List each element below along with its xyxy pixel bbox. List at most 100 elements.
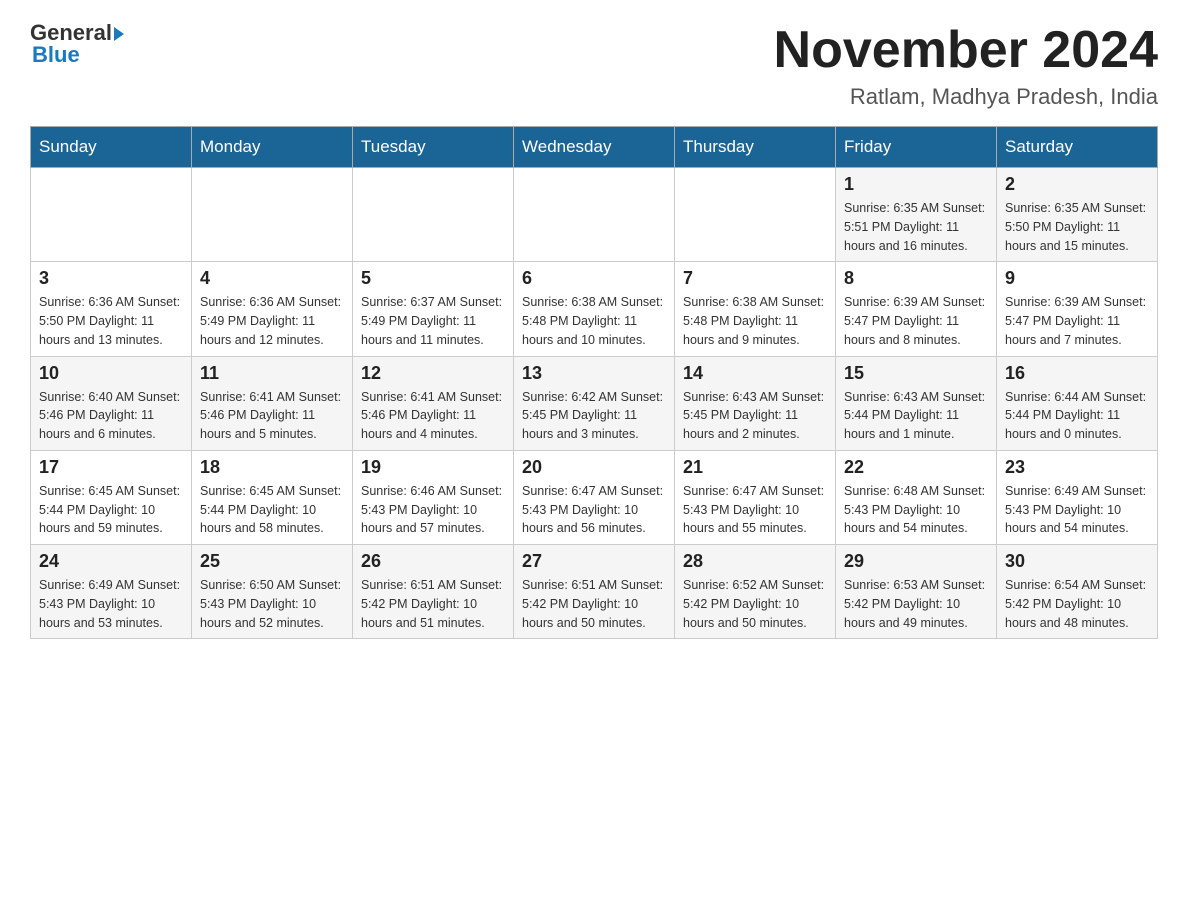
calendar-cell: 4 Sunrise: 6:36 AM Sunset: 5:49 PM Daylig… [192, 262, 353, 356]
weekday-header-thursday: Thursday [675, 127, 836, 168]
day-number: 4 [200, 268, 344, 289]
day-info: Sunrise: 6:36 AM Sunset: 5:49 PM Dayligh… [200, 293, 344, 349]
day-number: 25 [200, 551, 344, 572]
calendar-cell: 12Sunrise: 6:41 AM Sunset: 5:46 PM Dayli… [353, 356, 514, 450]
calendar-cell: 7 Sunrise: 6:38 AM Sunset: 5:48 PM Daylig… [675, 262, 836, 356]
calendar-cell [675, 168, 836, 262]
day-info: Sunrise: 6:46 AM Sunset: 5:43 PM Dayligh… [361, 482, 505, 538]
calendar-cell: 3 Sunrise: 6:36 AM Sunset: 5:50 PM Daylig… [31, 262, 192, 356]
calendar-cell: 29 Sunrise: 6:53 AM Sunset: 5:42 PM Dayli… [836, 545, 997, 639]
title-area: November 2024 Ratlam, Madhya Pradesh, In… [774, 20, 1158, 110]
day-number: 17 [39, 457, 183, 478]
calendar-cell: 6 Sunrise: 6:38 AM Sunset: 5:48 PM Daylig… [514, 262, 675, 356]
day-number: 13 [522, 363, 666, 384]
calendar-cell: 16 Sunrise: 6:44 AM Sunset: 5:44 PM Dayli… [997, 356, 1158, 450]
day-number: 20 [522, 457, 666, 478]
weekday-header-sunday: Sunday [31, 127, 192, 168]
calendar-cell [31, 168, 192, 262]
day-number: 6 [522, 268, 666, 289]
calendar-cell: 28Sunrise: 6:52 AM Sunset: 5:42 PM Dayli… [675, 545, 836, 639]
day-info: Sunrise: 6:50 AM Sunset: 5:43 PM Dayligh… [200, 576, 344, 632]
day-info: Sunrise: 6:54 AM Sunset: 5:42 PM Dayligh… [1005, 576, 1149, 632]
calendar-cell: 5 Sunrise: 6:37 AM Sunset: 5:49 PM Daylig… [353, 262, 514, 356]
logo: General Blue [30, 20, 124, 68]
day-info: Sunrise: 6:38 AM Sunset: 5:48 PM Dayligh… [683, 293, 827, 349]
calendar-cell: 23 Sunrise: 6:49 AM Sunset: 5:43 PM Dayli… [997, 450, 1158, 544]
day-info: Sunrise: 6:49 AM Sunset: 5:43 PM Dayligh… [1005, 482, 1149, 538]
calendar-cell: 30 Sunrise: 6:54 AM Sunset: 5:42 PM Dayli… [997, 545, 1158, 639]
day-number: 1 [844, 174, 988, 195]
calendar-cell [192, 168, 353, 262]
calendar-cell: 1 Sunrise: 6:35 AM Sunset: 5:51 PM Daylig… [836, 168, 997, 262]
calendar-cell: 9 Sunrise: 6:39 AM Sunset: 5:47 PM Daylig… [997, 262, 1158, 356]
day-number: 19 [361, 457, 505, 478]
calendar-cell: 21 Sunrise: 6:47 AM Sunset: 5:43 PM Dayli… [675, 450, 836, 544]
day-info: Sunrise: 6:45 AM Sunset: 5:44 PM Dayligh… [39, 482, 183, 538]
calendar-cell: 15Sunrise: 6:43 AM Sunset: 5:44 PM Dayli… [836, 356, 997, 450]
day-number: 10 [39, 363, 183, 384]
calendar-week-row: 24 Sunrise: 6:49 AM Sunset: 5:43 PM Dayli… [31, 545, 1158, 639]
day-number: 14 [683, 363, 827, 384]
day-info: Sunrise: 6:39 AM Sunset: 5:47 PM Dayligh… [1005, 293, 1149, 349]
day-info: Sunrise: 6:44 AM Sunset: 5:44 PM Dayligh… [1005, 388, 1149, 444]
calendar-cell: 17 Sunrise: 6:45 AM Sunset: 5:44 PM Dayli… [31, 450, 192, 544]
day-info: Sunrise: 6:51 AM Sunset: 5:42 PM Dayligh… [361, 576, 505, 632]
day-info: Sunrise: 6:47 AM Sunset: 5:43 PM Dayligh… [522, 482, 666, 538]
calendar-cell: 20 Sunrise: 6:47 AM Sunset: 5:43 PM Dayli… [514, 450, 675, 544]
day-info: Sunrise: 6:41 AM Sunset: 5:46 PM Dayligh… [361, 388, 505, 444]
day-info: Sunrise: 6:38 AM Sunset: 5:48 PM Dayligh… [522, 293, 666, 349]
weekday-header-tuesday: Tuesday [353, 127, 514, 168]
calendar-week-row: 3 Sunrise: 6:36 AM Sunset: 5:50 PM Daylig… [31, 262, 1158, 356]
day-info: Sunrise: 6:53 AM Sunset: 5:42 PM Dayligh… [844, 576, 988, 632]
day-number: 22 [844, 457, 988, 478]
day-number: 8 [844, 268, 988, 289]
day-number: 11 [200, 363, 344, 384]
calendar-cell: 26Sunrise: 6:51 AM Sunset: 5:42 PM Dayli… [353, 545, 514, 639]
day-info: Sunrise: 6:51 AM Sunset: 5:42 PM Dayligh… [522, 576, 666, 632]
day-number: 21 [683, 457, 827, 478]
calendar-cell: 27Sunrise: 6:51 AM Sunset: 5:42 PM Dayli… [514, 545, 675, 639]
day-number: 7 [683, 268, 827, 289]
day-info: Sunrise: 6:48 AM Sunset: 5:43 PM Dayligh… [844, 482, 988, 538]
day-number: 30 [1005, 551, 1149, 572]
weekday-header-monday: Monday [192, 127, 353, 168]
day-number: 24 [39, 551, 183, 572]
calendar-cell: 19 Sunrise: 6:46 AM Sunset: 5:43 PM Dayli… [353, 450, 514, 544]
calendar-week-row: 10 Sunrise: 6:40 AM Sunset: 5:46 PM Dayli… [31, 356, 1158, 450]
day-info: Sunrise: 6:37 AM Sunset: 5:49 PM Dayligh… [361, 293, 505, 349]
calendar-cell: 2 Sunrise: 6:35 AM Sunset: 5:50 PM Daylig… [997, 168, 1158, 262]
logo-blue-text: Blue [32, 42, 80, 68]
location-subtitle: Ratlam, Madhya Pradesh, India [774, 84, 1158, 110]
day-number: 29 [844, 551, 988, 572]
day-number: 2 [1005, 174, 1149, 195]
calendar-cell: 10 Sunrise: 6:40 AM Sunset: 5:46 PM Dayli… [31, 356, 192, 450]
logo-arrow-icon [114, 27, 124, 41]
day-info: Sunrise: 6:40 AM Sunset: 5:46 PM Dayligh… [39, 388, 183, 444]
day-info: Sunrise: 6:45 AM Sunset: 5:44 PM Dayligh… [200, 482, 344, 538]
day-info: Sunrise: 6:39 AM Sunset: 5:47 PM Dayligh… [844, 293, 988, 349]
weekday-header-friday: Friday [836, 127, 997, 168]
day-info: Sunrise: 6:35 AM Sunset: 5:50 PM Dayligh… [1005, 199, 1149, 255]
calendar-cell [353, 168, 514, 262]
calendar-cell: 24 Sunrise: 6:49 AM Sunset: 5:43 PM Dayli… [31, 545, 192, 639]
day-info: Sunrise: 6:52 AM Sunset: 5:42 PM Dayligh… [683, 576, 827, 632]
calendar-week-row: 17 Sunrise: 6:45 AM Sunset: 5:44 PM Dayli… [31, 450, 1158, 544]
day-number: 16 [1005, 363, 1149, 384]
calendar-week-row: 1 Sunrise: 6:35 AM Sunset: 5:51 PM Daylig… [31, 168, 1158, 262]
weekday-header-wednesday: Wednesday [514, 127, 675, 168]
day-number: 3 [39, 268, 183, 289]
weekday-header-saturday: Saturday [997, 127, 1158, 168]
day-info: Sunrise: 6:47 AM Sunset: 5:43 PM Dayligh… [683, 482, 827, 538]
day-info: Sunrise: 6:36 AM Sunset: 5:50 PM Dayligh… [39, 293, 183, 349]
day-info: Sunrise: 6:35 AM Sunset: 5:51 PM Dayligh… [844, 199, 988, 255]
day-number: 23 [1005, 457, 1149, 478]
calendar-cell: 8 Sunrise: 6:39 AM Sunset: 5:47 PM Daylig… [836, 262, 997, 356]
page-header: General Blue November 2024 Ratlam, Madhy… [30, 20, 1158, 110]
day-number: 5 [361, 268, 505, 289]
day-number: 9 [1005, 268, 1149, 289]
day-info: Sunrise: 6:43 AM Sunset: 5:44 PM Dayligh… [844, 388, 988, 444]
month-year-title: November 2024 [774, 20, 1158, 80]
calendar-cell: 14Sunrise: 6:43 AM Sunset: 5:45 PM Dayli… [675, 356, 836, 450]
day-info: Sunrise: 6:41 AM Sunset: 5:46 PM Dayligh… [200, 388, 344, 444]
day-info: Sunrise: 6:49 AM Sunset: 5:43 PM Dayligh… [39, 576, 183, 632]
